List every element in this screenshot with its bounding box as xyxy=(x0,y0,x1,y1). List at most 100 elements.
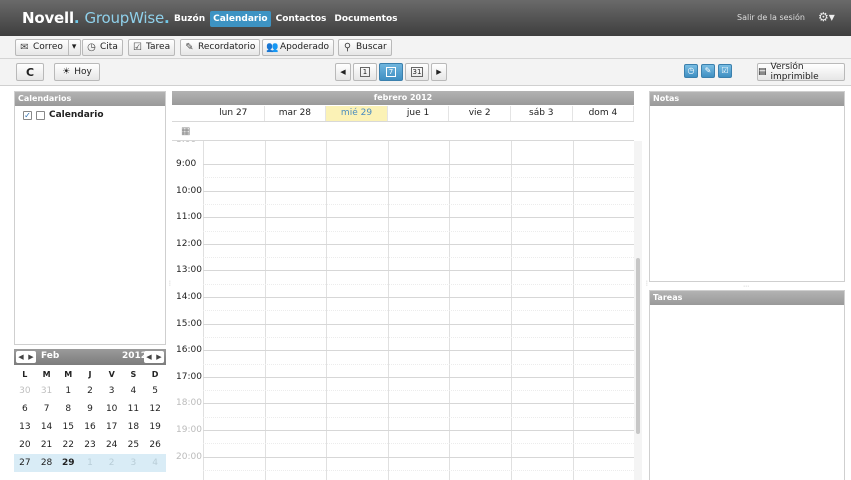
sun-icon: ☀ xyxy=(62,67,71,77)
logout-link[interactable]: Salir de la sesión xyxy=(737,13,805,22)
mini-calendar-day[interactable]: 14 xyxy=(36,418,58,436)
mini-calendar-day[interactable]: 2 xyxy=(79,382,101,400)
month-view-button[interactable]: 31 xyxy=(405,63,429,81)
day-header[interactable]: mar 28 xyxy=(265,106,327,121)
time-label: 10:00 xyxy=(176,185,202,196)
half-hour-line xyxy=(203,203,634,205)
chevron-down-icon[interactable]: ▾ xyxy=(67,40,76,55)
mini-calendar-day[interactable]: 29 xyxy=(57,454,80,472)
search-icon: ⚲ xyxy=(343,42,352,53)
mini-calendar-day[interactable]: 3 xyxy=(101,382,123,400)
time-label: 18:00 xyxy=(176,398,202,409)
week-view-button[interactable]: 7 xyxy=(379,63,403,81)
mini-calendar-day[interactable]: 28 xyxy=(35,454,58,472)
calendar-scroll-thumb[interactable] xyxy=(636,258,640,434)
mini-calendar-day[interactable]: 13 xyxy=(14,418,36,436)
month-nav-arrows[interactable]: ◀ ▶ xyxy=(16,351,36,363)
mini-calendar-day[interactable]: 25 xyxy=(123,436,145,454)
weekday-label: D xyxy=(151,370,159,379)
week-time-grid[interactable]: 8:00 9:00 10:00 11:00 12:00 13:00 14:00 15:00 16… xyxy=(172,141,634,480)
mini-calendar-day[interactable]: 24 xyxy=(101,436,123,454)
left-splitter-handle[interactable]: ⋮ xyxy=(167,280,173,287)
mini-calendar-day[interactable]: 3 xyxy=(122,454,145,472)
mini-calendar-day[interactable]: 21 xyxy=(36,436,58,454)
mini-calendar-day[interactable]: 26 xyxy=(144,436,166,454)
year-nav-arrows[interactable]: ◀ ▶ xyxy=(144,351,164,363)
mini-calendar-day[interactable]: 4 xyxy=(144,454,166,472)
mini-calendar-day[interactable]: 30 xyxy=(14,382,36,400)
calendars-header: Calendarios xyxy=(15,92,165,106)
mini-calendar-day[interactable]: 10 xyxy=(101,400,123,418)
mini-calendar-day[interactable]: 1 xyxy=(57,382,79,400)
day-header[interactable]: jue 1 xyxy=(388,106,450,121)
mini-calendar-day[interactable]: 4 xyxy=(123,382,145,400)
mini-calendar-day[interactable]: 31 xyxy=(36,382,58,400)
mail-button[interactable]: ✉ Correo ▾ xyxy=(15,39,82,56)
mail-button-label: Correo xyxy=(33,42,63,52)
mini-calendar-day[interactable]: 1 xyxy=(79,454,101,472)
mini-calendar-day[interactable]: 16 xyxy=(79,418,101,436)
day-header[interactable]: lun 27 xyxy=(203,106,265,121)
next-year-icon[interactable]: ▶ xyxy=(156,353,161,361)
clock-icon: ◷ xyxy=(87,42,96,53)
prev-month-icon[interactable]: ◀ xyxy=(18,353,23,361)
tasks-toggle-icon[interactable]: ☑ xyxy=(718,64,732,78)
mini-calendar-day[interactable]: 7 xyxy=(36,400,58,418)
mini-calendar-day[interactable]: 11 xyxy=(123,400,145,418)
nav-documents[interactable]: Documentos xyxy=(331,11,400,27)
task-button[interactable]: ☑ Tarea xyxy=(128,39,176,56)
mini-calendar-day[interactable]: 9 xyxy=(79,400,101,418)
action-toolbar: ✉ Correo ▾ ◷ Cita ☑ Tarea ✎ Recordatorio… xyxy=(0,36,851,59)
next-period-button[interactable]: ▶ xyxy=(431,63,447,81)
mini-calendar-day[interactable]: 18 xyxy=(123,418,145,436)
notes-header: Notas xyxy=(650,92,844,106)
nav-calendar[interactable]: Calendario xyxy=(210,11,271,27)
reminder-button[interactable]: ✎ Recordatorio xyxy=(180,39,261,56)
hour-line xyxy=(203,217,634,219)
calendar-list-item[interactable]: ✓ Calendario xyxy=(23,110,104,120)
day-view-button[interactable]: 1 xyxy=(353,63,377,81)
day-header[interactable]: mié 29 xyxy=(326,106,388,121)
mini-calendar-day[interactable]: 19 xyxy=(144,418,166,436)
appointment-button[interactable]: ◷ Cita xyxy=(82,39,123,56)
calendar-grid-icon: ▦ xyxy=(181,126,191,137)
weekday-label: V xyxy=(108,370,115,379)
mini-calendar-day[interactable]: 8 xyxy=(57,400,79,418)
nav-contacts[interactable]: Contactos xyxy=(273,11,330,27)
printable-version-button[interactable]: ▤ Versión imprimible xyxy=(757,62,845,82)
calendar-name: Calendario xyxy=(49,110,104,120)
mini-calendar-day[interactable]: 17 xyxy=(101,418,123,436)
mini-calendar-day[interactable]: 6 xyxy=(14,400,36,418)
printable-version-label: Versión imprimible xyxy=(770,62,819,82)
all-day-row[interactable]: ▦ xyxy=(172,121,634,141)
mini-calendar-day[interactable]: 22 xyxy=(57,436,79,454)
mini-calendar-day[interactable]: 5 xyxy=(144,382,166,400)
mini-calendar-day[interactable]: 2 xyxy=(100,454,123,472)
gear-icon[interactable]: ⚙▾ xyxy=(818,10,835,24)
half-hour-line xyxy=(203,336,634,338)
nav-mailbox[interactable]: Buzón xyxy=(171,11,208,27)
notes-toggle-icon[interactable]: ✎ xyxy=(701,64,715,78)
calendar-color-swatch[interactable] xyxy=(36,110,45,120)
checkbox-icon: ☑ xyxy=(133,42,142,53)
mini-calendar-day[interactable]: 23 xyxy=(79,436,101,454)
prev-year-icon[interactable]: ◀ xyxy=(146,353,151,361)
day-header[interactable]: dom 4 xyxy=(573,106,635,121)
day-header[interactable]: sáb 3 xyxy=(511,106,573,121)
mini-calendar-day[interactable]: 15 xyxy=(57,418,79,436)
day-header[interactable]: vie 2 xyxy=(449,106,511,121)
refresh-button[interactable]: C xyxy=(16,63,44,81)
clock-toggle-icon[interactable]: ◷ xyxy=(684,64,698,78)
time-label: 13:00 xyxy=(176,265,202,276)
calendar-visible-checkbox[interactable]: ✓ xyxy=(23,110,32,120)
prev-period-button[interactable]: ◀ xyxy=(335,63,351,81)
mini-calendar-day[interactable]: 12 xyxy=(144,400,166,418)
today-button[interactable]: ☀ Hoy xyxy=(54,63,100,81)
mini-calendar-day[interactable]: 20 xyxy=(14,436,36,454)
next-month-icon[interactable]: ▶ xyxy=(28,353,33,361)
time-label: 14:00 xyxy=(176,292,202,302)
search-button[interactable]: ⚲ Buscar xyxy=(338,39,392,56)
notes-tasks-splitter[interactable]: ⋯ xyxy=(743,283,749,290)
proxy-button[interactable]: 👥 Apoderado xyxy=(262,39,335,56)
mini-calendar-day[interactable]: 27 xyxy=(14,454,36,472)
